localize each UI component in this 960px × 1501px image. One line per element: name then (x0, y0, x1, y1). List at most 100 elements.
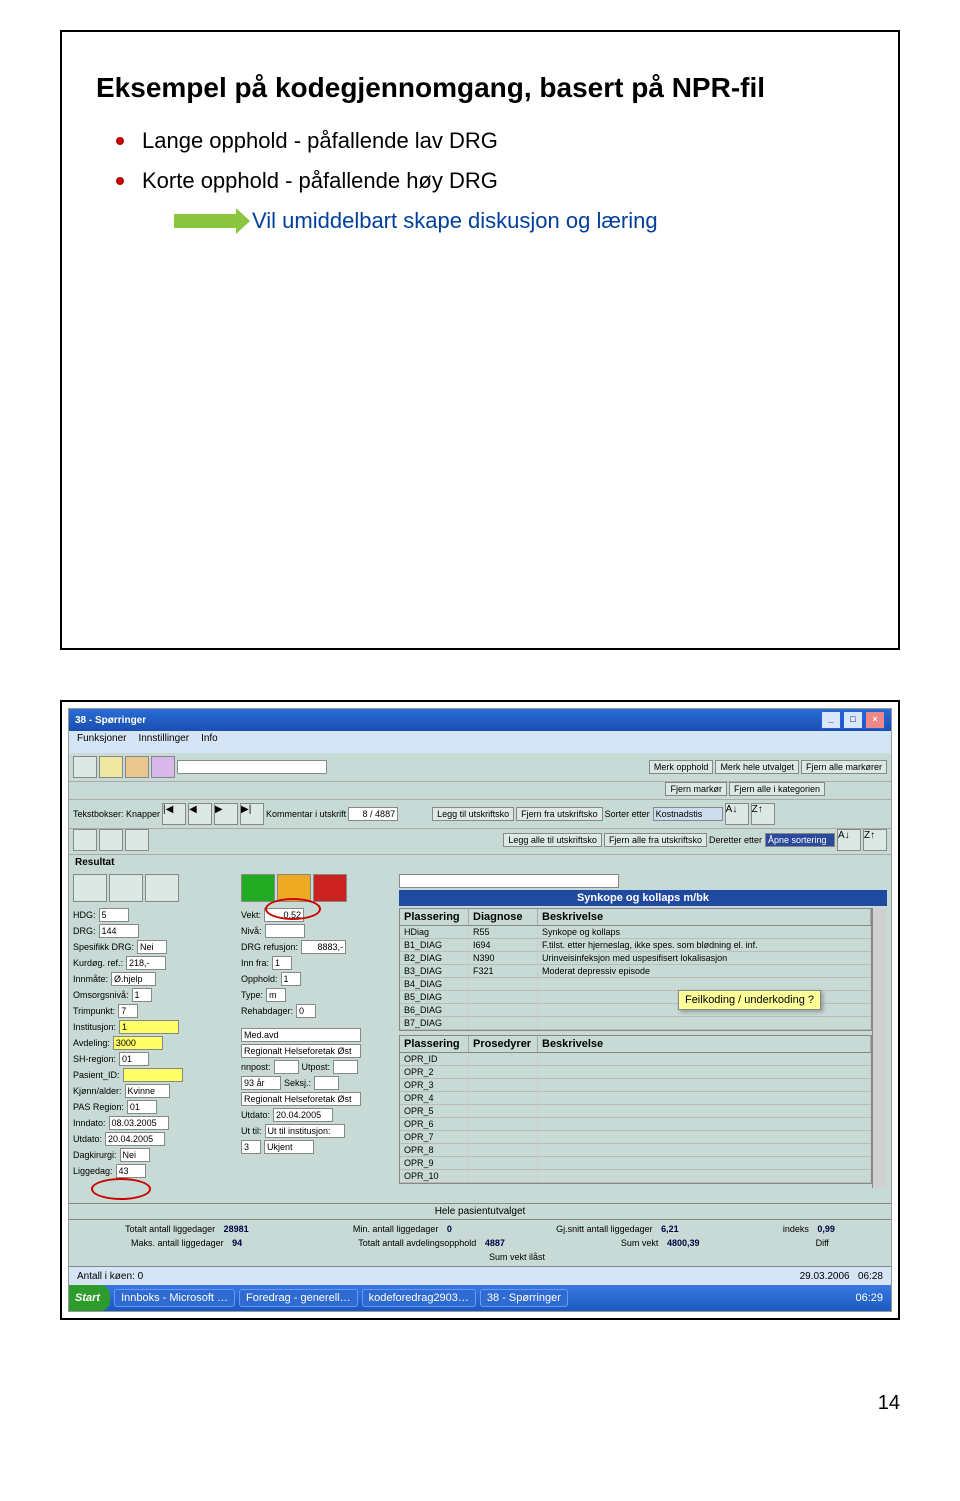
menu-funksjoner[interactable]: Funksjoner (77, 733, 126, 751)
rehab-input[interactable] (296, 1004, 316, 1018)
region1-input[interactable] (241, 1044, 361, 1058)
shreg-input[interactable] (119, 1052, 149, 1066)
table-row[interactable]: B1_DIAGI694F.tilst. etter hjerneslag, ik… (400, 939, 871, 952)
table-row[interactable]: OPR_4 (400, 1092, 871, 1105)
utdat-input[interactable] (105, 1132, 165, 1146)
table-row[interactable]: OPR_6 (400, 1118, 871, 1131)
start-button[interactable]: Start (69, 1285, 110, 1311)
innpost-input[interactable] (274, 1060, 299, 1074)
fjern-marker-button[interactable]: Fjern markør (665, 782, 727, 796)
opphold-input[interactable] (281, 972, 301, 986)
table-row[interactable]: OPR_8 (400, 1144, 871, 1157)
table-row[interactable]: HDiagR55Synkope og kollaps (400, 926, 871, 939)
medavd-input[interactable] (241, 1028, 361, 1042)
table-row[interactable]: OPR_10 (400, 1170, 871, 1183)
seksj-input[interactable] (314, 1076, 339, 1090)
daykir-input[interactable] (120, 1148, 150, 1162)
sort-desc-icon-2[interactable]: Z↑ (863, 829, 887, 851)
nav-last-icon[interactable]: ▶| (240, 803, 264, 825)
nav-first-icon[interactable]: |◀ (162, 803, 186, 825)
sorter-select[interactable] (653, 807, 723, 821)
deretter-select[interactable] (765, 833, 835, 847)
table-row[interactable]: OPR_9 (400, 1157, 871, 1170)
fjern-alle-kat-button[interactable]: Fjern alle i kategorien (729, 782, 825, 796)
search-input[interactable] (177, 760, 327, 774)
region2-input[interactable] (241, 1092, 361, 1106)
pasid-input[interactable] (123, 1068, 183, 1082)
legg-til-button[interactable]: Legg til utskriftsko (432, 807, 514, 821)
innfra-input[interactable] (272, 956, 292, 970)
icd10-icon[interactable] (99, 756, 123, 778)
merk-hele-button[interactable]: Merk hele utvalget (715, 760, 799, 774)
innmate-input[interactable] (111, 972, 156, 986)
table-row[interactable]: OPR_5 (400, 1105, 871, 1118)
col-plassering-2: Plassering (400, 1036, 469, 1052)
green-flag-icon[interactable] (241, 874, 275, 902)
table-row[interactable]: OPR_2 (400, 1066, 871, 1079)
tiny-icon-3[interactable] (125, 829, 149, 851)
table-row[interactable]: B3_DIAGF321Moderat depressiv episode (400, 965, 871, 978)
sort-asc-icon-2[interactable]: A↓ (837, 829, 861, 851)
totopp-val: 4887 (485, 1238, 505, 1248)
app-title: 38 - Spørringer (75, 715, 146, 726)
right-search-input[interactable] (399, 874, 619, 888)
hdg-input[interactable] (99, 908, 129, 922)
kurdog-input[interactable] (126, 956, 166, 970)
utdato2-input[interactable] (273, 1108, 333, 1122)
trimp-input[interactable] (118, 1004, 138, 1018)
back-arrow-icon[interactable] (73, 756, 97, 778)
maximize-button[interactable]: □ (843, 711, 863, 729)
close-button[interactable]: × (865, 711, 885, 729)
taskbar-item-1[interactable]: Innboks - Microsoft … (114, 1289, 235, 1307)
filter-set-icon[interactable] (73, 874, 107, 902)
merk-opphold-button[interactable]: Merk opphold (649, 760, 714, 774)
person-icon[interactable] (145, 874, 179, 902)
tiny-icon-2[interactable] (99, 829, 123, 851)
tiny-icon-1[interactable] (73, 829, 97, 851)
scrollbar[interactable] (872, 908, 887, 1035)
drg-input[interactable] (99, 924, 139, 938)
avd-input[interactable] (113, 1036, 163, 1050)
table-row[interactable]: B7_DIAG (400, 1017, 871, 1030)
alder-input[interactable] (241, 1076, 281, 1090)
taskbar-item-2[interactable]: Foredrag - generell… (239, 1289, 358, 1307)
drgref-input[interactable] (301, 940, 346, 954)
nav-next-icon[interactable]: ▶ (214, 803, 238, 825)
minimize-button[interactable]: _ (821, 711, 841, 729)
red-flag-icon[interactable] (313, 874, 347, 902)
table-row[interactable]: B2_DIAGN390Urinveisinfeksjon med uspesif… (400, 952, 871, 965)
drg1-icon[interactable] (125, 756, 149, 778)
indeks-lbl: indeks (783, 1224, 809, 1234)
type-input[interactable] (266, 988, 286, 1002)
inndat-input[interactable] (109, 1116, 169, 1130)
kjonn-input[interactable] (125, 1084, 170, 1098)
inst-input[interactable] (119, 1020, 179, 1034)
fjern-alle-button[interactable]: Fjern alle markører (801, 760, 887, 774)
ligged-label: Liggedag: (73, 1166, 113, 1176)
uttil-input[interactable] (265, 1124, 345, 1138)
menu-info[interactable]: Info (201, 733, 218, 751)
drg2-icon[interactable] (151, 756, 175, 778)
spesdrg-input[interactable] (137, 940, 167, 954)
omsniv-input[interactable] (132, 988, 152, 1002)
taskbar-item-4[interactable]: 38 - Spørringer (480, 1289, 568, 1307)
table-row[interactable]: OPR_ID (400, 1053, 871, 1066)
niva-input[interactable] (265, 924, 305, 938)
fjern-fra-button[interactable]: Fjern fra utskriftsko (516, 807, 603, 821)
table-row[interactable]: OPR_3 (400, 1079, 871, 1092)
legg-alle-button[interactable]: Legg alle til utskriftsko (503, 833, 602, 847)
ukjent-input[interactable] (264, 1140, 314, 1154)
sort-desc-icon[interactable]: Z↑ (751, 803, 775, 825)
menu-innstillinger[interactable]: Innstillinger (138, 733, 189, 751)
pasreg-input[interactable] (127, 1100, 157, 1114)
scrollbar-2[interactable] (872, 1035, 887, 1188)
tre-input[interactable] (241, 1140, 261, 1154)
sort-asc-icon[interactable]: A↓ (725, 803, 749, 825)
fjern-alle-fra-button[interactable]: Fjern alle fra utskriftsko (604, 833, 707, 847)
table-row[interactable]: OPR_7 (400, 1131, 871, 1144)
utpost-input[interactable] (333, 1060, 358, 1074)
taskbar-item-3[interactable]: kodeforedrag2903… (362, 1289, 476, 1307)
nav-prev-icon[interactable]: ◀ (188, 803, 212, 825)
ligged-input[interactable] (116, 1164, 146, 1178)
filter-clear-icon[interactable] (109, 874, 143, 902)
